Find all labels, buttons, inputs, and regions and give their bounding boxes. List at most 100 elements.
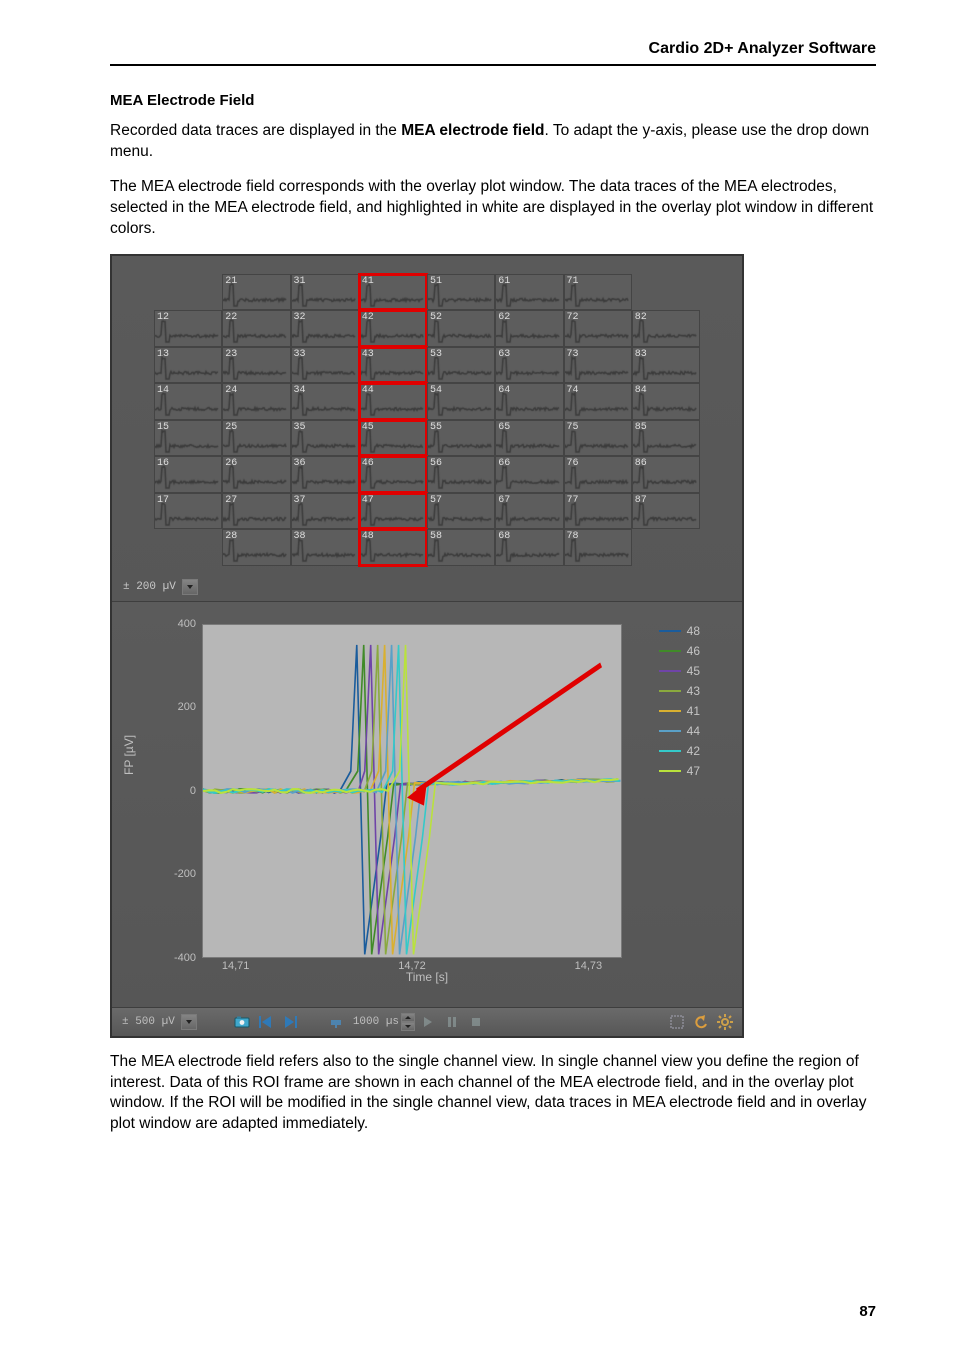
electrode-cell-76[interactable]: 76 bbox=[564, 456, 632, 493]
electrode-cell-55[interactable]: 55 bbox=[427, 420, 495, 457]
pause-button[interactable] bbox=[441, 1012, 463, 1032]
electrode-cell-57[interactable]: 57 bbox=[427, 493, 495, 530]
electrode-cell-68[interactable]: 68 bbox=[495, 529, 563, 566]
electrode-cell-28[interactable]: 28 bbox=[222, 529, 290, 566]
electrode-cell-64[interactable]: 64 bbox=[495, 383, 563, 420]
electrode-cell-85[interactable]: 85 bbox=[632, 420, 700, 457]
electrode-cell-16[interactable]: 16 bbox=[154, 456, 222, 493]
electrode-cell-56[interactable]: 56 bbox=[427, 456, 495, 493]
electrode-label: 87 bbox=[635, 495, 647, 506]
plot-legend: 4846454341444247 bbox=[659, 624, 700, 784]
mea-yaxis-dropdown[interactable] bbox=[182, 579, 198, 595]
electrode-label: 45 bbox=[362, 422, 374, 433]
electrode-cell-42[interactable]: 42 bbox=[359, 310, 427, 347]
stop-button[interactable] bbox=[465, 1012, 487, 1032]
first-button[interactable] bbox=[255, 1012, 277, 1032]
electrode-cell-32[interactable]: 32 bbox=[291, 310, 359, 347]
electrode-cell-44[interactable]: 44 bbox=[359, 383, 427, 420]
settings-gear-icon[interactable] bbox=[714, 1012, 736, 1032]
time-window-spinner[interactable] bbox=[401, 1013, 415, 1031]
electrode-label: 71 bbox=[567, 276, 579, 287]
electrode-cell-71[interactable]: 71 bbox=[564, 274, 632, 311]
electrode-cell-25[interactable]: 25 bbox=[222, 420, 290, 457]
electrode-cell-15[interactable]: 15 bbox=[154, 420, 222, 457]
page-number: 87 bbox=[859, 1303, 876, 1320]
y-tick: -400 bbox=[174, 952, 196, 964]
electrode-cell-41[interactable]: 41 bbox=[359, 274, 427, 311]
electrode-cell-22[interactable]: 22 bbox=[222, 310, 290, 347]
electrode-cell-13[interactable]: 13 bbox=[154, 347, 222, 384]
electrode-cell-73[interactable]: 73 bbox=[564, 347, 632, 384]
electrode-cell-37[interactable]: 37 bbox=[291, 493, 359, 530]
electrode-cell-47[interactable]: 47 bbox=[359, 493, 427, 530]
electrode-cell-12[interactable]: 12 bbox=[154, 310, 222, 347]
electrode-cell-51[interactable]: 51 bbox=[427, 274, 495, 311]
paragraph-3: The MEA electrode field refers also to t… bbox=[110, 1052, 876, 1136]
electrode-cell-23[interactable]: 23 bbox=[222, 347, 290, 384]
electrode-cell-14[interactable]: 14 bbox=[154, 383, 222, 420]
electrode-label: 76 bbox=[567, 458, 579, 469]
electrode-label: 12 bbox=[157, 312, 169, 323]
electrode-cell-78[interactable]: 78 bbox=[564, 529, 632, 566]
electrode-cell-27[interactable]: 27 bbox=[222, 493, 290, 530]
electrode-cell-61[interactable]: 61 bbox=[495, 274, 563, 311]
electrode-label: 27 bbox=[225, 495, 237, 506]
electrode-cell-77[interactable]: 77 bbox=[564, 493, 632, 530]
electrode-cell-26[interactable]: 26 bbox=[222, 456, 290, 493]
electrode-cell-24[interactable]: 24 bbox=[222, 383, 290, 420]
electrode-cell-83[interactable]: 83 bbox=[632, 347, 700, 384]
electrode-cell-52[interactable]: 52 bbox=[427, 310, 495, 347]
electrode-cell-82[interactable]: 82 bbox=[632, 310, 700, 347]
electrode-cell-63[interactable]: 63 bbox=[495, 347, 563, 384]
legend-item: 44 bbox=[659, 724, 700, 738]
electrode-cell-36[interactable]: 36 bbox=[291, 456, 359, 493]
electrode-cell-35[interactable]: 35 bbox=[291, 420, 359, 457]
last-button[interactable] bbox=[279, 1012, 301, 1032]
electrode-label: 48 bbox=[362, 531, 374, 542]
electrode-cell-31[interactable]: 31 bbox=[291, 274, 359, 311]
electrode-cell-38[interactable]: 38 bbox=[291, 529, 359, 566]
electrode-cell-72[interactable]: 72 bbox=[564, 310, 632, 347]
electrode-cell-45[interactable]: 45 bbox=[359, 420, 427, 457]
electrode-cell-46[interactable]: 46 bbox=[359, 456, 427, 493]
electrode-cell-54[interactable]: 54 bbox=[427, 383, 495, 420]
legend-label: 42 bbox=[687, 744, 700, 758]
electrode-cell-43[interactable]: 43 bbox=[359, 347, 427, 384]
pin-icon[interactable] bbox=[325, 1012, 347, 1032]
overlay-plot-area[interactable] bbox=[202, 624, 622, 958]
electrode-cell-65[interactable]: 65 bbox=[495, 420, 563, 457]
snapshot-button[interactable] bbox=[231, 1012, 253, 1032]
electrode-label: 52 bbox=[430, 312, 442, 323]
electrode-label: 14 bbox=[157, 385, 169, 396]
electrode-label: 62 bbox=[498, 312, 510, 323]
electrode-label: 28 bbox=[225, 531, 237, 542]
electrode-label: 85 bbox=[635, 422, 647, 433]
electrode-label: 73 bbox=[567, 349, 579, 360]
time-window-value: 1000 µs bbox=[349, 1014, 403, 1030]
play-button[interactable] bbox=[417, 1012, 439, 1032]
electrode-cell-74[interactable]: 74 bbox=[564, 383, 632, 420]
fit-button[interactable] bbox=[666, 1012, 688, 1032]
electrode-label: 51 bbox=[430, 276, 442, 287]
electrode-cell-53[interactable]: 53 bbox=[427, 347, 495, 384]
overlay-yaxis-dropdown[interactable] bbox=[181, 1014, 197, 1030]
electrode-cell-21[interactable]: 21 bbox=[222, 274, 290, 311]
electrode-label: 84 bbox=[635, 385, 647, 396]
electrode-cell-34[interactable]: 34 bbox=[291, 383, 359, 420]
undo-button[interactable] bbox=[690, 1012, 712, 1032]
electrode-cell-62[interactable]: 62 bbox=[495, 310, 563, 347]
electrode-cell-48[interactable]: 48 bbox=[359, 529, 427, 566]
electrode-cell-67[interactable]: 67 bbox=[495, 493, 563, 530]
electrode-cell-17[interactable]: 17 bbox=[154, 493, 222, 530]
y-tick: -200 bbox=[174, 868, 196, 880]
electrode-cell-33[interactable]: 33 bbox=[291, 347, 359, 384]
electrode-cell-87[interactable]: 87 bbox=[632, 493, 700, 530]
electrode-cell-84[interactable]: 84 bbox=[632, 383, 700, 420]
electrode-label: 32 bbox=[294, 312, 306, 323]
legend-swatch bbox=[659, 710, 681, 712]
electrode-cell-58[interactable]: 58 bbox=[427, 529, 495, 566]
electrode-cell-66[interactable]: 66 bbox=[495, 456, 563, 493]
electrode-cell-86[interactable]: 86 bbox=[632, 456, 700, 493]
plot-x-label: Time [s] bbox=[112, 970, 742, 984]
electrode-cell-75[interactable]: 75 bbox=[564, 420, 632, 457]
